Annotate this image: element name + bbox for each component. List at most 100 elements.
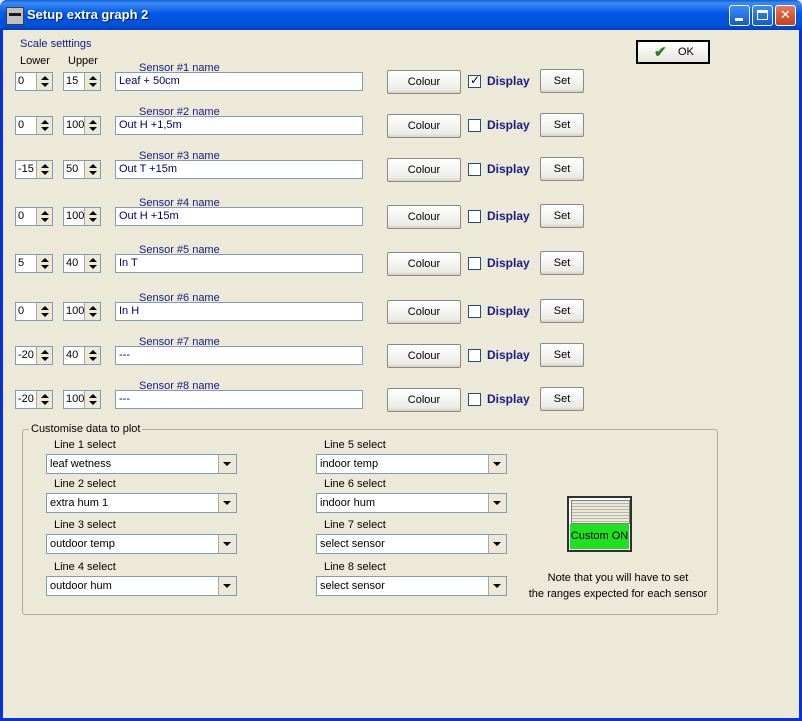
colour-button[interactable]: Colour — [387, 158, 461, 182]
set-button[interactable]: Set — [540, 69, 584, 93]
lower-scale-spinner[interactable]: -20 — [15, 390, 53, 409]
spinner-arrows[interactable] — [84, 255, 100, 272]
title-bar[interactable]: Setup extra graph 2 ✕ — [0, 0, 802, 30]
chevron-down-icon[interactable] — [218, 455, 236, 473]
maximize-button[interactable] — [752, 5, 773, 26]
chevron-down-icon[interactable] — [488, 577, 506, 595]
spin-up-icon — [41, 350, 49, 354]
custom-on-label: Custom ON — [570, 524, 629, 549]
spinner-arrows[interactable] — [36, 208, 52, 225]
lower-header: Lower — [20, 55, 50, 67]
display-checkbox[interactable]: ✓ — [468, 73, 481, 88]
upper-scale-spinner[interactable]: 40 — [63, 346, 101, 365]
spinner-arrows[interactable] — [36, 161, 52, 178]
spin-up-icon — [89, 76, 97, 80]
spinner-arrows[interactable] — [84, 208, 100, 225]
display-checkbox[interactable] — [468, 393, 481, 406]
sensor-name-input[interactable]: Out T +15m — [115, 160, 363, 179]
spin-up-icon — [41, 211, 49, 215]
colour-button[interactable]: Colour — [387, 114, 461, 138]
chevron-down-icon[interactable] — [488, 494, 506, 512]
checkmark-icon: ✔ — [654, 44, 667, 61]
upper-scale-spinner[interactable]: 40 — [63, 254, 101, 273]
check-icon: ✓ — [470, 73, 481, 87]
close-button[interactable]: ✕ — [775, 5, 796, 26]
sensor-name-input[interactable]: --- — [115, 346, 363, 365]
lower-scale-spinner[interactable]: 0 — [15, 302, 53, 321]
lower-scale-spinner[interactable]: 0 — [15, 207, 53, 226]
spinner-arrows[interactable] — [84, 117, 100, 134]
chevron-down-icon[interactable] — [218, 494, 236, 512]
chevron-down-icon[interactable] — [488, 535, 506, 553]
sensor-name-input[interactable]: In T — [115, 254, 363, 273]
line-select-dropdown[interactable]: indoor temp — [316, 454, 507, 474]
spinner-arrows[interactable] — [36, 391, 52, 408]
spinner-arrows[interactable] — [36, 303, 52, 320]
set-button[interactable]: Set — [540, 113, 584, 137]
line-select-label: Line 4 select — [54, 561, 116, 573]
spinner-arrows[interactable] — [36, 117, 52, 134]
colour-button[interactable]: Colour — [387, 344, 461, 368]
set-button[interactable]: Set — [540, 299, 584, 323]
spinner-arrows[interactable] — [84, 303, 100, 320]
chevron-down-icon[interactable] — [218, 577, 236, 595]
lower-scale-spinner[interactable]: 0 — [15, 116, 53, 135]
set-button[interactable]: Set — [540, 251, 584, 275]
line-select-dropdown[interactable]: select sensor — [316, 576, 507, 596]
ok-button[interactable]: ✔ OK — [636, 40, 710, 64]
chevron-down-icon[interactable] — [218, 535, 236, 553]
chevron-down-icon[interactable] — [488, 455, 506, 473]
line-select-dropdown[interactable]: select sensor — [316, 534, 507, 554]
spinner-arrows[interactable] — [36, 73, 52, 90]
display-checkbox[interactable] — [468, 119, 481, 132]
display-label: Display — [487, 304, 530, 318]
set-button[interactable]: Set — [540, 204, 584, 228]
sensor-name-input[interactable]: Leaf + 50cm — [115, 72, 363, 91]
lower-scale-spinner[interactable]: -20 — [15, 346, 53, 365]
spin-down-icon — [41, 401, 49, 405]
set-button[interactable]: Set — [540, 387, 584, 411]
display-checkbox[interactable] — [468, 257, 481, 270]
sensor-name-input[interactable]: In H — [115, 302, 363, 321]
line-select-dropdown[interactable]: outdoor hum — [46, 576, 237, 596]
sensor-name-input[interactable]: --- — [115, 390, 363, 409]
upper-scale-spinner[interactable]: 100 — [63, 207, 101, 226]
spinner-arrows[interactable] — [84, 73, 100, 90]
upper-scale-spinner[interactable]: 100 — [63, 302, 101, 321]
display-checkbox[interactable] — [468, 163, 481, 176]
upper-scale-spinner[interactable]: 100 — [63, 390, 101, 409]
colour-button[interactable]: Colour — [387, 252, 461, 276]
spinner-arrows[interactable] — [36, 255, 52, 272]
sensor-name-input[interactable]: Out H +1,5m — [115, 116, 363, 135]
display-checkbox[interactable] — [468, 305, 481, 318]
spin-down-icon — [41, 218, 49, 222]
sensor-name-input[interactable]: Out H +15m — [115, 207, 363, 226]
spinner-arrows[interactable] — [84, 161, 100, 178]
line-select-dropdown[interactable]: extra hum 1 — [46, 493, 237, 513]
spin-up-icon — [89, 211, 97, 215]
spinner-arrows[interactable] — [84, 347, 100, 364]
lower-scale-spinner[interactable]: 0 — [15, 72, 53, 91]
upper-scale-spinner[interactable]: 100 — [63, 116, 101, 135]
spinner-arrows[interactable] — [84, 391, 100, 408]
custom-on-toggle[interactable]: Custom ON — [567, 496, 632, 552]
colour-button[interactable]: Colour — [387, 70, 461, 94]
set-button[interactable]: Set — [540, 157, 584, 181]
colour-button[interactable]: Colour — [387, 205, 461, 229]
lower-scale-spinner[interactable]: -15 — [15, 160, 53, 179]
upper-scale-spinner[interactable]: 50 — [63, 160, 101, 179]
lower-scale-spinner[interactable]: 5 — [15, 254, 53, 273]
display-checkbox[interactable] — [468, 349, 481, 362]
line-select-dropdown[interactable]: indoor hum — [316, 493, 507, 513]
colour-button[interactable]: Colour — [387, 388, 461, 412]
spinner-arrows[interactable] — [36, 347, 52, 364]
line-select-dropdown[interactable]: leaf wetness — [46, 454, 237, 474]
spin-down-icon — [89, 171, 97, 175]
upper-scale-spinner[interactable]: 15 — [63, 72, 101, 91]
set-button[interactable]: Set — [540, 343, 584, 367]
minimize-button[interactable] — [729, 5, 750, 26]
line-select-dropdown[interactable]: outdoor temp — [46, 534, 237, 554]
display-checkbox[interactable] — [468, 210, 481, 223]
colour-button[interactable]: Colour — [387, 300, 461, 324]
spin-down-icon — [41, 83, 49, 87]
